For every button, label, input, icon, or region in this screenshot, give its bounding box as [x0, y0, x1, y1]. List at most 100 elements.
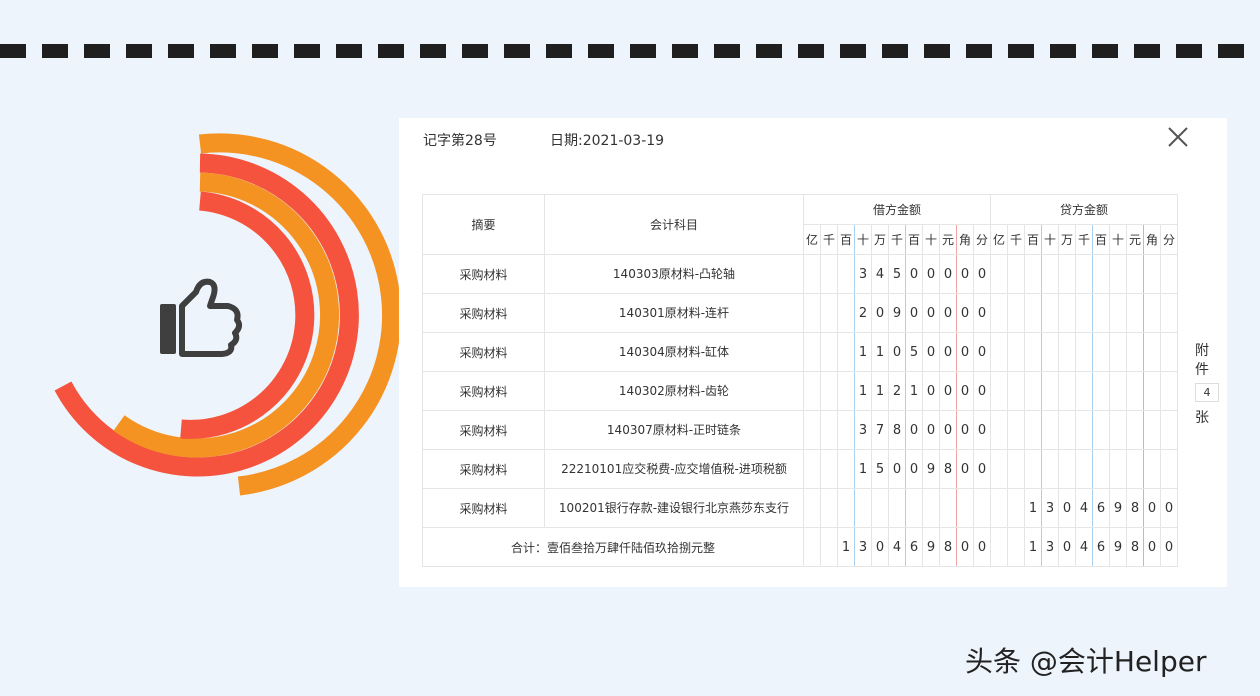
debit-digit: 0	[888, 332, 906, 372]
credit-digit	[1024, 410, 1042, 450]
credit-digit	[1126, 449, 1144, 489]
credit-digit	[990, 371, 1008, 411]
debit-digit: 0	[956, 293, 974, 333]
debit-digit	[803, 332, 821, 372]
credit-digit: 6	[1092, 488, 1110, 528]
total-credit-digit: 6	[1092, 527, 1110, 567]
debit-digit: 1	[871, 332, 889, 372]
credit-digit	[1092, 371, 1110, 411]
debit-digit	[820, 254, 838, 294]
credit-digit	[1058, 254, 1076, 294]
credit-digit: 0	[1058, 488, 1076, 528]
debit-digit: 0	[905, 410, 923, 450]
credit-unit-6: 百	[1092, 224, 1110, 255]
row-summary: 采购材料	[422, 488, 545, 528]
debit-digit	[837, 449, 855, 489]
credit-digit	[1109, 371, 1127, 411]
credit-digit	[1109, 254, 1127, 294]
total-debit-digit: 0	[956, 527, 974, 567]
credit-digit	[1075, 410, 1093, 450]
attachment-count-input[interactable]: 4	[1195, 383, 1219, 402]
credit-digit: 1	[1024, 488, 1042, 528]
table-row[interactable]: 采购材料 22210101应交税费-应交增值税-进项税额 1 5 0 0 9 8 0 0	[422, 449, 1178, 489]
debit-digit: 8	[888, 410, 906, 450]
debit-digit: 9	[922, 449, 940, 489]
table-row[interactable]: 采购材料 140307原材料-正时链条 3 7 8 0 0 0 0 0	[422, 410, 1178, 450]
total-debit-digit: 0	[973, 527, 991, 567]
credit-digit	[1007, 293, 1025, 333]
debit-digit: 3	[854, 410, 872, 450]
debit-digit	[837, 293, 855, 333]
total-credit-digit: 8	[1126, 527, 1144, 567]
credit-digit	[1109, 410, 1127, 450]
credit-digit	[1007, 449, 1025, 489]
credit-digit	[1007, 488, 1025, 528]
table-row[interactable]: 采购材料 140304原材料-缸体 1 1 0 5 0 0 0 0	[422, 332, 1178, 372]
credit-digit	[1024, 254, 1042, 294]
debit-digit: 3	[854, 254, 872, 294]
voucher-panel: 记字第28号 日期:2021-03-19 摘要 会计科目 借方金额 贷方金额 亿…	[399, 118, 1227, 587]
row-summary: 采购材料	[422, 254, 545, 294]
table-row[interactable]: 采购材料 140303原材料-凸轮轴 3 4 5 0 0 0 0 0	[422, 254, 1178, 294]
debit-digit	[820, 488, 838, 528]
credit-digit	[990, 254, 1008, 294]
debit-digit	[905, 488, 923, 528]
credit-digit	[1143, 410, 1161, 450]
credit-digit	[1058, 332, 1076, 372]
debit-unit-4: 万	[871, 224, 889, 255]
debit-digit	[922, 488, 940, 528]
account-header: 会计科目	[544, 194, 804, 255]
debit-digit: 4	[871, 254, 889, 294]
table-row[interactable]: 采购材料 140301原材料-连杆 2 0 9 0 0 0 0 0	[422, 293, 1178, 333]
debit-digit: 1	[854, 449, 872, 489]
credit-digit	[1160, 293, 1178, 333]
total-debit-digit: 0	[871, 527, 889, 567]
credit-unit-5: 千	[1075, 224, 1093, 255]
debit-digit	[820, 449, 838, 489]
attachment-label-bottom: 张	[1195, 410, 1209, 426]
total-credit-digit	[990, 527, 1008, 567]
attachment-label-mid: 件	[1195, 362, 1209, 378]
debit-digit	[837, 254, 855, 294]
debit-digit: 2	[888, 371, 906, 411]
credit-digit	[990, 293, 1008, 333]
credit-digit	[1143, 293, 1161, 333]
credit-digit	[1160, 371, 1178, 411]
total-debit-digit: 3	[854, 527, 872, 567]
credit-digit	[1092, 449, 1110, 489]
debit-digit: 0	[973, 449, 991, 489]
credit-digit	[1007, 254, 1025, 294]
total-row: 合计：壹佰叁拾万肆仟陆佰玖拾捌元整 1 3 0 4 6 9 8 0 0 1 3 0 4 6 9 8 0 0	[422, 527, 1178, 567]
debit-unit-1: 千	[820, 224, 838, 255]
credit-digit	[1024, 293, 1042, 333]
debit-digit: 0	[922, 254, 940, 294]
debit-digit: 0	[956, 332, 974, 372]
credit-digit	[1092, 293, 1110, 333]
row-summary: 采购材料	[422, 293, 545, 333]
table-row[interactable]: 采购材料 140302原材料-齿轮 1 1 2 1 0 0 0 0	[422, 371, 1178, 411]
debit-digit: 0	[922, 410, 940, 450]
close-icon[interactable]	[1167, 126, 1189, 148]
credit-digit	[1160, 449, 1178, 489]
summary-header: 摘要	[422, 194, 545, 255]
debit-unit-2: 百	[837, 224, 855, 255]
credit-digit	[1126, 332, 1144, 372]
debit-digit: 0	[956, 254, 974, 294]
decorative-rings	[54, 133, 400, 496]
debit-digit: 0	[956, 410, 974, 450]
credit-digit	[1126, 371, 1144, 411]
total-credit-digit: 0	[1160, 527, 1178, 567]
row-account: 140304原材料-缸体	[544, 332, 804, 372]
debit-digit	[837, 371, 855, 411]
credit-digit	[1143, 449, 1161, 489]
table-row[interactable]: 采购材料 100201银行存款-建设银行北京燕莎东支行 1 3 0 4 6 9 8 0 0	[422, 488, 1178, 528]
credit-digit	[1041, 449, 1059, 489]
debit-digit: 1	[854, 371, 872, 411]
total-credit-digit: 0	[1143, 527, 1161, 567]
total-debit-digit	[820, 527, 838, 567]
debit-unit-7: 十	[922, 224, 940, 255]
credit-digit	[1126, 410, 1144, 450]
total-debit-digit: 9	[922, 527, 940, 567]
credit-digit	[1160, 254, 1178, 294]
total-debit-digit	[803, 527, 821, 567]
